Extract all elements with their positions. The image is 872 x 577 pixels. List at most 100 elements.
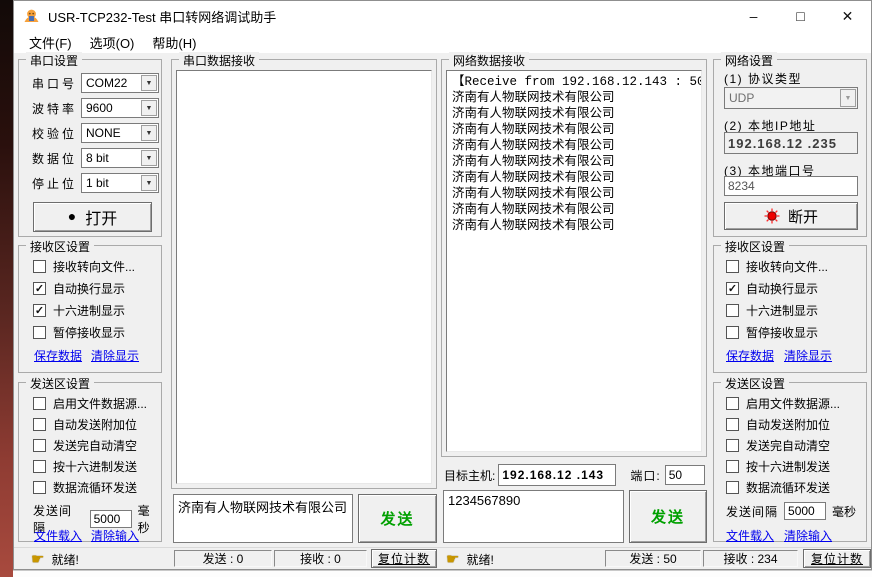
dropdown-arrow-icon[interactable]: [141, 100, 157, 116]
save-data-link[interactable]: 保存数据: [34, 347, 82, 364]
checkbox-pause-receive[interactable]: 暂停接收显示: [726, 324, 818, 341]
checkbox-icon[interactable]: [33, 304, 46, 317]
received-line: 济南有人物联网技术有限公司: [452, 202, 696, 218]
disconnect-button[interactable]: 断开: [724, 202, 858, 230]
target-port-input[interactable]: [665, 465, 705, 485]
checkbox-icon[interactable]: [33, 418, 46, 431]
received-line: 济南有人物联网技术有限公司: [452, 186, 696, 202]
minimize-button[interactable]: –: [730, 1, 777, 31]
protocol-type-select[interactable]: UDP: [724, 87, 858, 109]
close-button[interactable]: ✕: [824, 1, 871, 31]
serial-reset-count-button[interactable]: 复位计数: [371, 549, 437, 568]
local-port-input[interactable]: [724, 176, 858, 196]
connected-indicator-icon: [764, 208, 780, 224]
checkbox-auto-send-append[interactable]: 自动发送附加位: [33, 416, 137, 433]
checkbox-loop-send[interactable]: 数据流循环发送: [33, 479, 137, 496]
checkbox-hex-display[interactable]: 十六进制显示: [33, 302, 125, 319]
checkbox-receive-to-file[interactable]: 接收转向文件...: [726, 258, 828, 275]
network-reset-count-button[interactable]: 复位计数: [803, 549, 871, 568]
network-send-input[interactable]: 1234567890: [443, 490, 624, 543]
serial-status-ready: 就绪!: [31, 550, 79, 568]
dropdown-arrow-icon[interactable]: [141, 75, 157, 91]
maximize-button[interactable]: □: [777, 1, 824, 31]
checkbox-pause-receive[interactable]: 暂停接收显示: [33, 324, 125, 341]
checkbox-auto-send-append[interactable]: 自动发送附加位: [726, 416, 830, 433]
received-line: 济南有人物联网技术有限公司: [452, 170, 696, 186]
stop-bits-select[interactable]: 1 bit: [81, 173, 159, 193]
checkbox-icon[interactable]: [726, 418, 739, 431]
checkbox-icon[interactable]: [726, 397, 739, 410]
checkbox-hex-display[interactable]: 十六进制显示: [726, 302, 818, 319]
stop-bits-value: 1 bit: [86, 176, 109, 190]
data-bits-select[interactable]: 8 bit: [81, 148, 159, 168]
serial-send-input[interactable]: 济南有人物联网技术有限公司: [173, 494, 353, 543]
checkbox-icon[interactable]: [33, 460, 46, 473]
received-line: 济南有人物联网技术有限公司: [452, 90, 696, 106]
dropdown-arrow-icon: [840, 89, 856, 107]
network-send-options-title: 发送区设置: [721, 375, 789, 392]
dropdown-arrow-icon[interactable]: [141, 150, 157, 166]
checkbox-icon[interactable]: [726, 282, 739, 295]
checkbox-clear-after-send[interactable]: 发送完自动清空: [33, 437, 137, 454]
serial-settings-title: 串口设置: [26, 52, 82, 69]
send-interval-input[interactable]: [784, 502, 826, 520]
com-port-select[interactable]: COM22: [81, 73, 159, 93]
clear-input-link[interactable]: 清除输入: [784, 527, 832, 544]
checkbox-icon[interactable]: [726, 326, 739, 339]
checkbox-icon[interactable]: [33, 326, 46, 339]
serial-send-button[interactable]: 发送: [358, 494, 437, 543]
pointing-hand-icon: [31, 550, 44, 568]
checkbox-icon[interactable]: [33, 282, 46, 295]
checkbox-send-as-hex[interactable]: 按十六进制发送: [726, 458, 830, 475]
clear-display-link[interactable]: 清除显示: [784, 347, 832, 364]
dropdown-arrow-icon[interactable]: [141, 175, 157, 191]
save-data-link[interactable]: 保存数据: [726, 347, 774, 364]
menu-help[interactable]: 帮助(H): [143, 30, 205, 55]
open-serial-button[interactable]: 打开: [33, 202, 152, 232]
dropdown-arrow-icon[interactable]: [141, 125, 157, 141]
checkbox-receive-to-file[interactable]: 接收转向文件...: [33, 258, 135, 275]
checkbox-send-as-hex[interactable]: 按十六进制发送: [33, 458, 137, 475]
network-receive-options-group: 接收区设置 接收转向文件... 自动换行显示 十六进制显示 暂停接收显示 保存数…: [713, 245, 867, 373]
checkbox-clear-after-send[interactable]: 发送完自动清空: [726, 437, 830, 454]
serial-received-counter: 接收 : 0: [274, 550, 367, 567]
serial-receive-display[interactable]: [176, 70, 432, 484]
serial-receive-title: 串口数据接收: [179, 52, 259, 69]
checkbox-icon[interactable]: [33, 397, 46, 410]
target-host-input[interactable]: [498, 464, 616, 486]
baud-rate-value: 9600: [86, 101, 113, 115]
protocol-type-value: UDP: [729, 91, 754, 105]
load-file-link[interactable]: 文件载入: [34, 527, 82, 544]
local-ip-input[interactable]: [724, 132, 858, 154]
com-port-label: 串口号: [32, 75, 81, 92]
baud-rate-select[interactable]: 9600: [81, 98, 159, 118]
checkbox-icon[interactable]: [726, 260, 739, 273]
send-interval-input[interactable]: [90, 510, 132, 528]
menu-file[interactable]: 文件(F): [20, 30, 81, 55]
client-area: 串口设置 串口号 COM22 波特率 9600 校验位 NONE: [14, 53, 871, 569]
clear-display-link[interactable]: 清除显示: [91, 347, 139, 364]
parity-select[interactable]: NONE: [81, 123, 159, 143]
checkbox-loop-send[interactable]: 数据流循环发送: [726, 479, 830, 496]
load-file-link[interactable]: 文件载入: [726, 527, 774, 544]
network-status-ready: 就绪!: [446, 550, 494, 568]
data-bits-label: 数据位: [32, 150, 81, 167]
checkbox-icon[interactable]: [33, 481, 46, 494]
target-host-row: 目标主机: 端口:: [444, 464, 705, 486]
checkbox-auto-linewrap[interactable]: 自动换行显示: [726, 280, 818, 297]
checkbox-auto-linewrap[interactable]: 自动换行显示: [33, 280, 125, 297]
checkbox-icon[interactable]: [33, 260, 46, 273]
menu-options[interactable]: 选项(O): [81, 30, 144, 55]
checkbox-icon[interactable]: [726, 481, 739, 494]
network-send-button[interactable]: 发送: [629, 490, 707, 543]
checkbox-icon[interactable]: [726, 439, 739, 452]
checkbox-file-data-source[interactable]: 启用文件数据源...: [726, 395, 840, 412]
checkbox-icon[interactable]: [726, 304, 739, 317]
clear-input-link[interactable]: 清除输入: [91, 527, 139, 544]
title-bar[interactable]: USR-TCP232-Test 串口转网络调试助手 – □ ✕: [14, 1, 871, 31]
network-receive-display[interactable]: 【Receive from 192.168.12.143 : 50】: 济南有人…: [446, 70, 702, 452]
checkbox-icon[interactable]: [33, 439, 46, 452]
checkbox-file-data-source[interactable]: 启用文件数据源...: [33, 395, 147, 412]
checkbox-icon[interactable]: [726, 460, 739, 473]
network-received-counter: 接收 : 234: [703, 550, 798, 567]
